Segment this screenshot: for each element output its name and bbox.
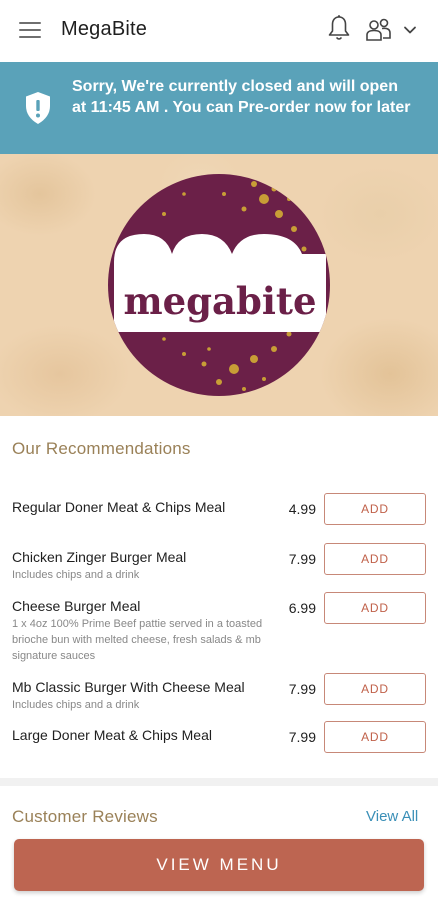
item-price: 7.99 bbox=[288, 681, 316, 697]
recommendations-title: Our Recommendations bbox=[12, 439, 191, 458]
users-icon[interactable] bbox=[364, 17, 394, 43]
item-price: 7.99 bbox=[288, 729, 316, 745]
item-description: 1 x 4oz 100% Prime Beef pattie served in… bbox=[12, 618, 263, 662]
logo-text-mega: mega bbox=[123, 279, 236, 323]
add-button[interactable]: ADD bbox=[324, 592, 426, 624]
shield-alert-icon bbox=[26, 92, 50, 124]
chevron-down-icon[interactable] bbox=[402, 22, 418, 38]
bell-icon[interactable] bbox=[326, 14, 352, 42]
closed-message: Sorry, We're currently closed and will o… bbox=[72, 78, 411, 116]
section-divider bbox=[0, 778, 438, 786]
add-button[interactable]: ADD bbox=[324, 721, 426, 753]
hero-image: megabite bbox=[0, 154, 438, 416]
add-button[interactable]: ADD bbox=[324, 543, 426, 575]
megabite-logo: megabite bbox=[108, 174, 330, 396]
view-menu-button[interactable]: VIEW MENU bbox=[14, 839, 424, 891]
item-name: Chicken Zinger Burger Meal bbox=[12, 549, 187, 565]
item-description: Includes chips and a drink bbox=[12, 699, 140, 711]
item-price: 6.99 bbox=[288, 600, 316, 616]
app-bar: MegaBite bbox=[0, 0, 438, 62]
view-all-link[interactable]: View All bbox=[366, 808, 418, 825]
item-name: Mb Classic Burger With Cheese Meal bbox=[12, 679, 245, 695]
app-title: MegaBite bbox=[61, 18, 148, 40]
menu-icon[interactable] bbox=[19, 22, 41, 38]
item-name: Cheese Burger Meal bbox=[12, 598, 141, 614]
item-description: Includes chips and a drink bbox=[12, 569, 140, 581]
item-name: Regular Doner Meat & Chips Meal bbox=[12, 499, 226, 515]
item-price: 4.99 bbox=[288, 501, 316, 517]
item-price: 7.99 bbox=[288, 551, 316, 567]
add-button[interactable]: ADD bbox=[324, 673, 426, 705]
add-button[interactable]: ADD bbox=[324, 493, 426, 525]
reviews-title: Customer Reviews bbox=[12, 807, 158, 826]
item-name: Large Doner Meat & Chips Meal bbox=[12, 727, 212, 743]
closed-banner: Sorry, We're currently closed and will o… bbox=[0, 62, 438, 154]
svg-text:megabite: megabite bbox=[123, 279, 316, 323]
logo-text-bite: bite bbox=[236, 279, 317, 323]
